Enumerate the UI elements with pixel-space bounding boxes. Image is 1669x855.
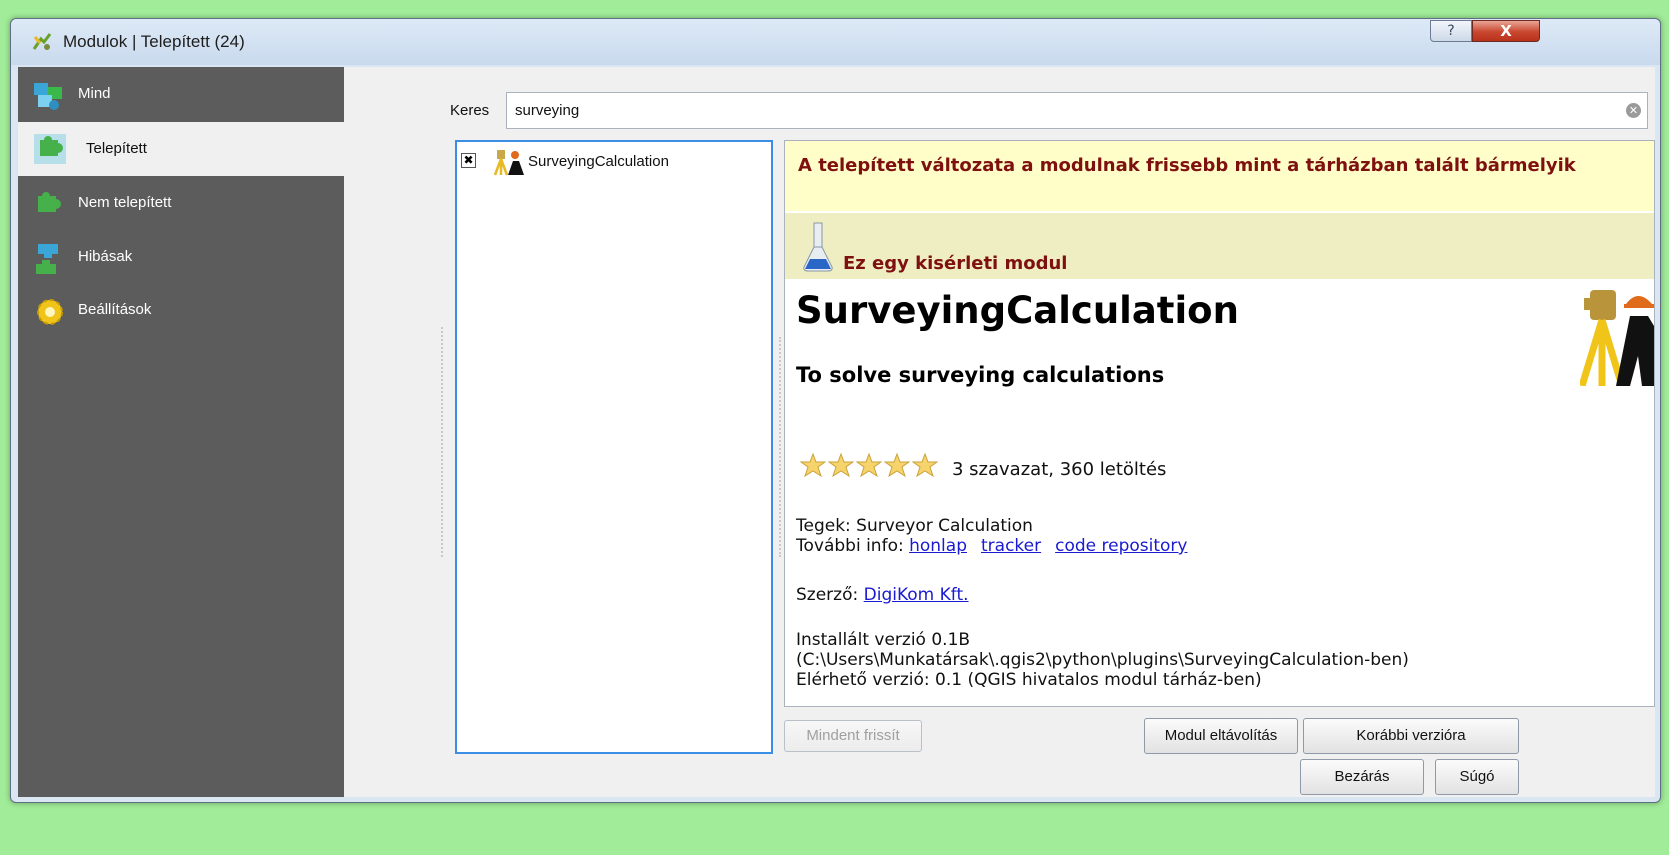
qgis-plugin-icon [32,33,52,50]
votes-text: 3 szavazat, 360 letöltés [952,459,1167,480]
sidebar-item-hibasak[interactable]: Hibásak [18,232,344,284]
author-line: Szerző: DigiKom Kft. [796,585,983,605]
tags-text: Tegek: Surveyor Calculation [796,516,1033,536]
version-warning-text: A telepített változata a modulnak frisse… [798,155,1576,176]
gear-icon [37,299,63,325]
author-link[interactable]: DigiKom Kft. [864,585,969,605]
sidebar-item-label: Telepített [86,140,147,157]
experimental-box: Ez egy kisérleti modul [785,213,1654,279]
surveyor-icon [1580,290,1654,386]
splitter-handle[interactable] [441,327,444,557]
sidebar: Mind Telepített Nem telepített Hibásak B… [18,67,344,797]
surveyor-icon [493,150,524,176]
sidebar-item-label: Mind [78,85,111,102]
window-title: Modulok | Telepített (24) [63,32,245,51]
rating-stars [800,453,940,479]
sidebar-item-label: Hibásak [78,248,133,265]
star-icon [912,453,938,477]
search-label: Keres [450,102,490,119]
experimental-text: Ez egy kisérleti modul [843,253,1068,274]
available-version-text: Elérhető verzió: 0.1 (QGIS hivatalos mod… [796,670,1262,690]
sidebar-item-nem-telepitett[interactable]: Nem telepített [18,178,344,230]
plugin-name: SurveyingCalculation [528,153,669,170]
clear-search-icon[interactable]: ✕ [1626,103,1641,118]
sidebar-item-mind[interactable]: Mind [18,69,344,121]
help-button[interactable]: Súgó [1435,759,1519,795]
more-info-label: További info: [796,536,904,556]
plugin-details-panel: A telepített változata a modulnak frisse… [784,140,1655,707]
puzzle-not-installed-icon [38,192,61,212]
link-tracker[interactable]: tracker [981,536,1041,556]
puzzle-installed-icon [34,134,66,164]
sidebar-item-label: Nem telepített [78,194,172,211]
star-icon [800,453,826,477]
more-info-line: További info: honlap tracker code reposito… [796,536,1201,556]
puzzle-broken-icon [36,244,58,274]
close-button[interactable]: Bezárás [1300,759,1424,795]
version-warning-box: A telepített változata a modulnak frisse… [785,141,1654,211]
list-item[interactable]: ✖ SurveyingCalculation [461,150,761,176]
star-icon [828,453,854,477]
update-all-button[interactable]: Mindent frissít [784,720,922,752]
splitter-handle[interactable] [779,337,782,557]
close-window-button[interactable]: X [1472,20,1540,42]
downgrade-plugin-button[interactable]: Korábbi verzióra [1303,718,1519,754]
link-code-repository[interactable]: code repository [1055,536,1187,556]
star-icon [884,453,910,477]
plugin-description: To solve surveying calculations [796,363,1165,387]
sidebar-item-beallitasok[interactable]: Beállítások [18,285,344,337]
installed-path-text: (C:\Users\Munkatársak\.qgis2\python\plug… [796,650,1409,670]
title-bar[interactable]: Modulok | Telepített (24) ? X [11,19,1660,65]
plugin-list[interactable]: ✖ SurveyingCalculation [455,140,773,754]
puzzle-all-icon [34,83,62,110]
link-honlap[interactable]: honlap [909,536,967,556]
uninstall-plugin-button[interactable]: Modul eltávolítás [1144,718,1298,754]
search-input[interactable] [506,92,1648,129]
dialog-client-area: Mind Telepített Nem telepített Hibásak B… [18,67,1655,797]
flask-icon [803,222,833,272]
help-title-button[interactable]: ? [1430,20,1472,42]
plugin-title: SurveyingCalculation [796,289,1239,332]
author-label: Szerző: [796,585,859,605]
plugin-manager-window: Modulok | Telepített (24) ? X Mind Telep… [10,18,1661,803]
sidebar-item-telepitett[interactable]: Telepített [18,122,344,176]
star-icon [856,453,882,477]
plugin-checkbox[interactable]: ✖ [461,153,476,168]
installed-version-text: Installált verzió 0.1B [796,630,971,650]
sidebar-item-label: Beállítások [78,301,152,318]
